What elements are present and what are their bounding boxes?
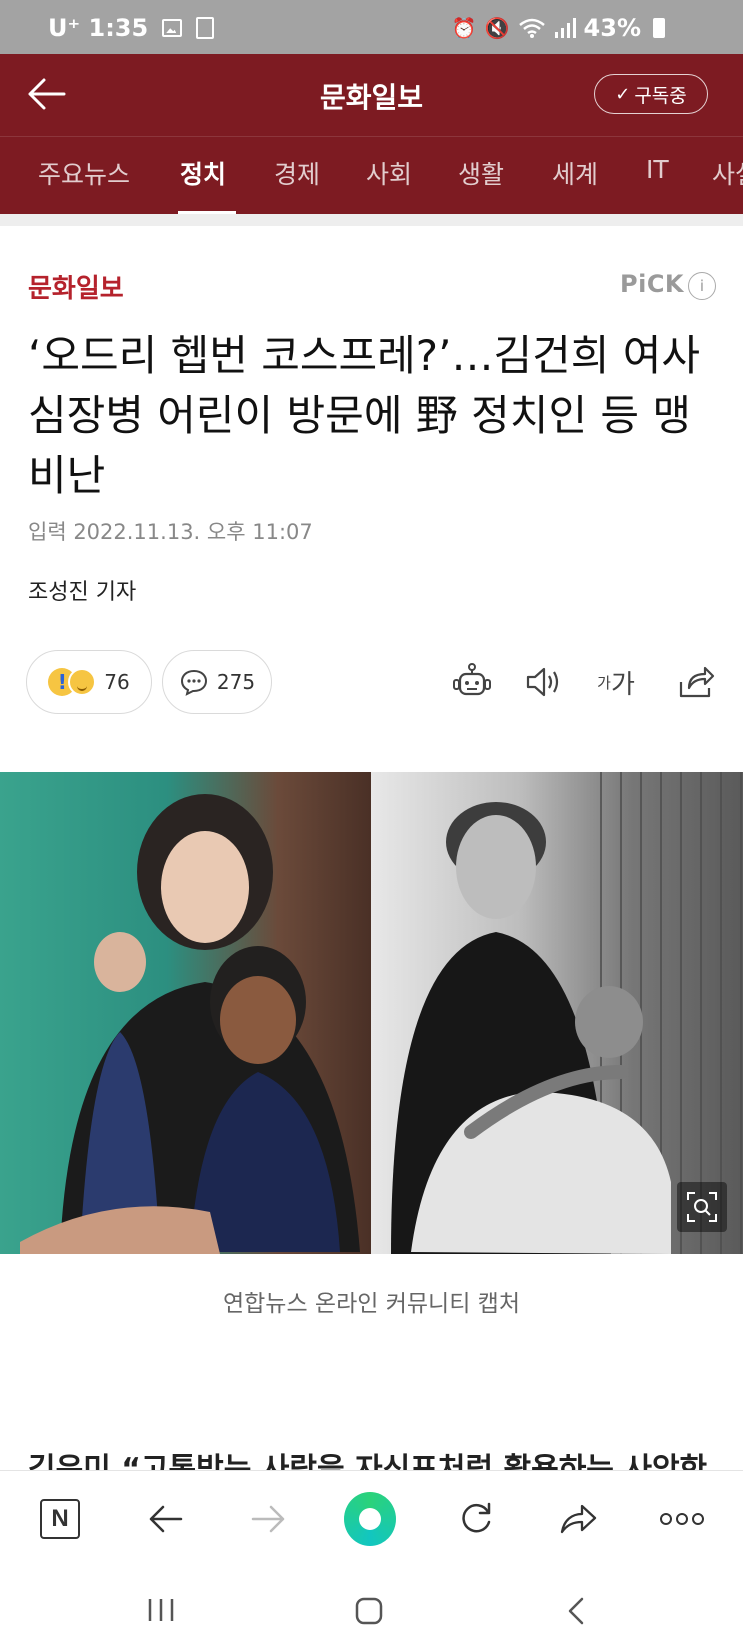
status-time: U⁺ 1:35 [48, 14, 149, 42]
category-tabs: 주요뉴스 정치 경제 사회 생활 세계 IT 사설 [0, 136, 743, 214]
article-headline: ‘오드리 헵번 코스프레?’…김건희 여사 심장병 어린이 방문에 野 정치인 … [28, 331, 701, 500]
reporter-name[interactable]: 조성진 기자 [28, 574, 136, 606]
tab-society[interactable]: 사회 [366, 155, 412, 191]
reaction-count: 76 [104, 670, 130, 694]
comment-icon [180, 669, 207, 696]
wifi-icon [518, 18, 545, 38]
naver-home-icon: N [40, 1499, 80, 1539]
status-right: ⏰ 🔇 43% [452, 14, 665, 42]
info-icon[interactable]: i [688, 272, 716, 300]
press-logo[interactable]: 문화일보 [28, 268, 124, 305]
subscribe-label: 구독중 [634, 84, 687, 107]
status-left: U⁺ 1:35 [48, 14, 215, 42]
refresh-icon [462, 1502, 491, 1533]
recent-apps-icon[interactable] [146, 1596, 176, 1624]
article-photo[interactable] [0, 772, 743, 1254]
reaction-emojis: ! [48, 668, 97, 696]
home-icon[interactable] [354, 1596, 384, 1626]
green-dot-button[interactable] [344, 1492, 396, 1546]
article-body-first-line: 김은미 “고통받는 사람을 자신포처럼 활용하는 사악한 [28, 1452, 708, 1470]
reaction-button[interactable]: ! 76 [26, 650, 152, 714]
share-icon[interactable] [672, 658, 720, 706]
alarm-icon: ⏰ [451, 16, 477, 40]
comment-button[interactable]: 275 [162, 650, 272, 714]
battery-icon [653, 18, 665, 38]
pick-badge: PiCK [620, 270, 685, 298]
refresh-button[interactable] [450, 1493, 502, 1545]
section-divider [0, 214, 743, 226]
zoom-icon[interactable] [677, 1182, 727, 1232]
tab-life[interactable]: 생활 [458, 155, 504, 191]
battery-percent: 43% [583, 14, 641, 42]
tab-economy[interactable]: 경제 [274, 155, 320, 191]
font-size-small-label: 가 [597, 673, 611, 692]
photo-left-figure [20, 794, 360, 1254]
system-navigation-bar [0, 1566, 743, 1651]
share-arrow-icon [560, 1504, 597, 1534]
arrow-right-icon [251, 1505, 285, 1533]
browser-share-button[interactable] [552, 1493, 604, 1545]
font-size-icon[interactable]: 가가 [592, 658, 640, 706]
comment-count: 275 [216, 670, 256, 694]
mute-icon: 🔇 [484, 16, 510, 40]
robot-icon[interactable] [448, 658, 496, 706]
browser-back-button[interactable] [140, 1493, 192, 1545]
app-bar: 문화일보 ✓ 구독중 [0, 54, 743, 136]
check-icon: ✓ [615, 83, 631, 105]
tab-world[interactable]: 세계 [552, 155, 598, 191]
tab-politics[interactable]: 정치 [180, 155, 226, 191]
back-nav-icon[interactable] [566, 1596, 586, 1626]
naver-home-button[interactable]: N [34, 1493, 86, 1545]
document-icon [196, 17, 215, 39]
browser-toolbar: N [0, 1470, 743, 1566]
status-bar: U⁺ 1:35 ⏰ 🔇 43% [0, 0, 743, 54]
signal-icon [554, 18, 576, 38]
gallery-icon [162, 19, 183, 37]
font-size-large-label: 가 [610, 669, 635, 700]
tab-editorial[interactable]: 사설 [712, 155, 743, 191]
more-icon [660, 1513, 704, 1525]
smile-emoji-icon [68, 668, 97, 696]
subscribe-button[interactable]: ✓ 구독중 [594, 74, 708, 114]
browser-forward-button[interactable] [242, 1493, 294, 1545]
arrow-left-icon [149, 1505, 183, 1533]
green-dot-icon [344, 1492, 396, 1546]
more-button[interactable] [656, 1493, 708, 1545]
article-date: 입력 2022.11.13. 오후 11:07 [28, 520, 313, 544]
speaker-icon[interactable] [520, 658, 568, 706]
photo-left-panel [0, 772, 371, 1254]
tab-main-news[interactable]: 주요뉴스 [38, 155, 130, 191]
photo-caption: 연합뉴스 온라인 커뮤니티 캡처 [222, 1291, 520, 1317]
tab-it[interactable]: IT [646, 155, 669, 184]
